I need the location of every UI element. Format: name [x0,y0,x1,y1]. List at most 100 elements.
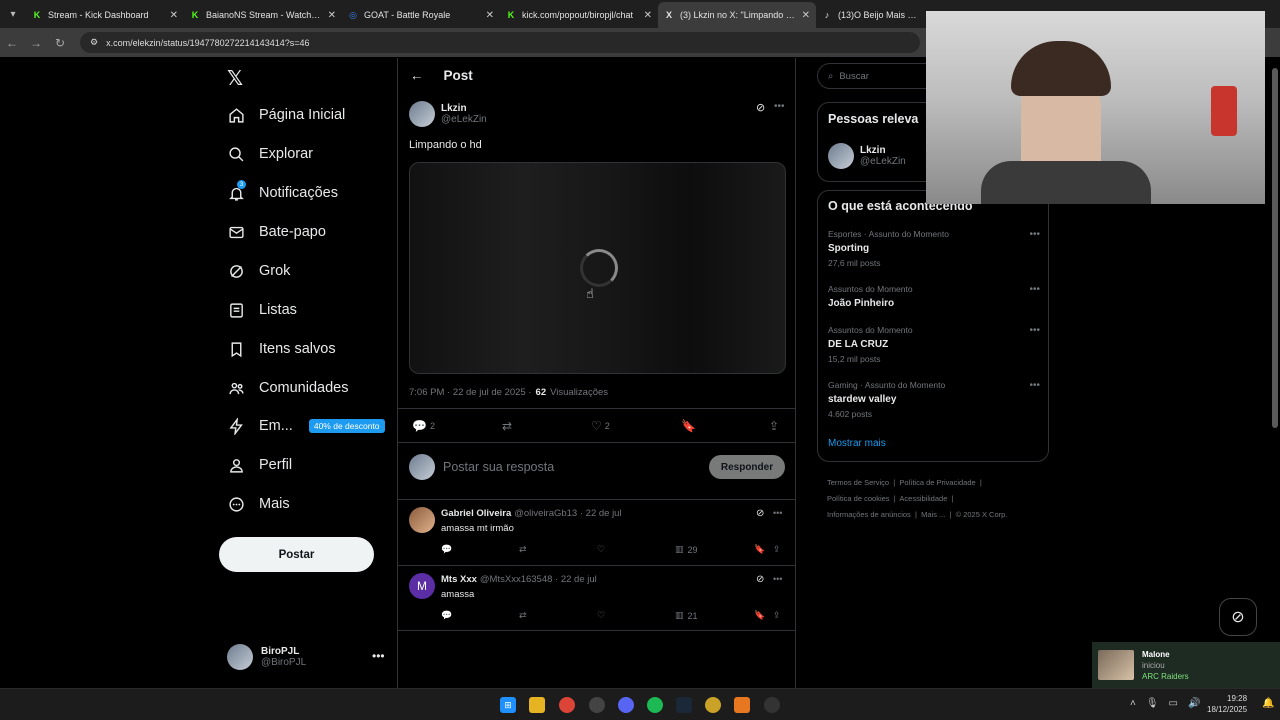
browser-tab[interactable]: K Stream - Kick Dashboard ✕ [26,2,184,28]
reply-action[interactable]: 💬 2 [412,419,435,433]
app-icon[interactable] [764,697,780,713]
more-dots-icon[interactable]: ••• [774,101,785,112]
close-tab-icon[interactable]: ✕ [170,10,178,21]
trend-item[interactable]: Assuntos do Momento DE LA CRUZ 15,2 mil … [828,325,1040,364]
more-dots-icon[interactable]: ••• [773,574,782,584]
start-icon[interactable]: ⊞ [500,697,516,713]
reply-item[interactable]: Gabriel Oliveira @oliveiraGb13 · 22 de j… [409,507,785,562]
nav-more[interactable]: Mais [227,495,290,513]
system-tray[interactable]: ˄ 🎙 ▭ 🔊 [1130,698,1200,709]
close-tab-icon[interactable]: ✕ [486,10,494,21]
home-icon [227,106,245,124]
nav-notifications[interactable]: 3 Notificações [227,180,338,202]
share-icon[interactable]: ⇪ [773,610,781,621]
bookmark-icon[interactable]: 🔖 [681,419,696,433]
volume-icon[interactable]: 🔊 [1188,698,1200,709]
reply-input[interactable]: Postar sua resposta [443,460,554,474]
account-switcher[interactable]: BiroPJL @BiroPJL [227,644,306,670]
bookmark-icon[interactable]: 🔖 [754,610,765,621]
reload-icon[interactable]: ↻ [48,36,72,50]
grok-icon[interactable]: ⊘ [756,101,765,114]
more-circle-icon [227,495,245,513]
divider [398,630,795,631]
more-dots-icon[interactable]: ••• [372,649,385,663]
folder-icon[interactable] [529,697,545,713]
close-tab-icon[interactable]: ✕ [802,10,810,21]
back-arrow-icon[interactable]: ← [0,36,24,50]
steam-icon[interactable] [676,697,692,713]
post-button[interactable]: Postar [219,537,374,572]
mic-icon[interactable]: 🎙 [1146,698,1159,709]
x-logo-icon[interactable]: 𝕏 [227,66,243,91]
discord-icon[interactable] [618,697,634,713]
grok-fab-button[interactable]: ⊘ [1219,598,1257,636]
reply-icon[interactable]: 💬 [441,544,452,555]
person-item[interactable]: Lkzin @eLekZin [828,143,906,169]
share-icon[interactable]: ⇪ [773,544,781,555]
more-dots-icon[interactable]: ••• [1029,284,1040,295]
heart-icon[interactable]: ♡ [597,610,605,621]
nav-home[interactable]: Página Inicial [227,106,345,124]
nav-explore[interactable]: Explorar [227,145,313,163]
views-action[interactable]: ▥ 21 [675,610,698,621]
more-dots-icon[interactable]: ••• [773,508,782,518]
trend-item[interactable]: Esportes · Assunto do Momento Sporting 2… [828,229,1040,268]
show-more-link[interactable]: Mostrar mais [828,438,886,449]
chrome-icon[interactable] [559,697,575,713]
browser-tab[interactable]: ♪ (13)O Beijo Mais Esperado [816,2,924,28]
more-dots-icon[interactable]: ••• [1029,380,1040,391]
reply-icon[interactable]: 💬 [441,610,452,621]
notification-bell-icon[interactable]: 🔔 [1262,698,1274,709]
reply-button[interactable]: Responder [709,455,785,479]
nav-communities[interactable]: Comunidades [227,379,348,397]
views-action[interactable]: ▥ 29 [675,544,698,555]
nav-bookmarks[interactable]: Itens salvos [227,340,336,358]
heart-icon[interactable]: ♡ [597,544,605,555]
browser-tab[interactable]: K kick.com/popout/biropjl/chat ✕ [500,2,658,28]
browser-tab[interactable]: K BaianoNS Stream - Watch Live ✕ [184,2,342,28]
page-scrollbar[interactable] [1270,58,1280,688]
kick-icon: K [191,10,199,20]
reply-item[interactable]: M Mts Xxx @MtsXxx163548 · 22 de jul amas… [409,573,785,628]
like-action[interactable]: ♡ 2 [591,419,610,433]
post-meta: 7:06 PM · 22 de jul de 2025 · 62 Visuali… [409,387,609,398]
clock[interactable]: 19:28 18/12/2025 [1207,693,1247,715]
grok-icon[interactable]: ⊘ [756,508,764,519]
video-player[interactable]: ☝ [409,162,786,374]
chevron-up-icon[interactable]: ˄ [1130,698,1136,709]
browser-tab[interactable]: ◎ GOAT - Battle Royale ✕ [342,2,500,28]
nav-chat[interactable]: Bate-papo [227,223,326,241]
more-dots-icon[interactable]: ••• [1029,229,1040,240]
trend-item[interactable]: Gaming · Assunto do Momento stardew vall… [828,380,1040,419]
windows-taskbar: ⊞ ˄ 🎙 ▭ 🔊 19:28 18/12/2025 🔔 [0,688,1280,720]
nav-grok[interactable]: Grok [227,262,290,280]
network-icon[interactable]: ▭ [1169,698,1178,709]
trend-item[interactable]: Assuntos do Momento João Pinheiro ••• [828,284,1040,309]
app-icon[interactable] [734,697,750,713]
back-arrow-icon[interactable]: ← [410,68,424,83]
address-bar[interactable]: ⚙ x.com/elekzin/status/19477802722141434… [80,32,920,53]
nav-lists[interactable]: Listas [227,301,297,319]
tab-search-dropdown-icon[interactable]: ▾ [0,0,26,28]
panel-title: Pessoas releva [828,112,919,126]
spotify-icon[interactable] [647,697,663,713]
close-tab-icon[interactable]: ✕ [644,10,652,21]
grok-icon[interactable]: ⊘ [756,574,764,585]
repost-icon[interactable]: ⇄ [519,544,527,555]
bookmark-icon[interactable]: 🔖 [754,544,765,555]
share-icon[interactable]: ⇪ [769,419,779,433]
browser-tab-active[interactable]: X (3) Lkzin no X: "Limpando o hd ✕ [658,2,816,28]
app-icon[interactable] [589,697,605,713]
nav-profile[interactable]: Perfil [227,456,292,474]
post-author[interactable]: Lkzin @eLekZin [409,101,487,127]
game-icon[interactable] [705,697,721,713]
repost-icon[interactable]: ⇄ [502,419,512,433]
more-dots-icon[interactable]: ••• [1029,325,1040,336]
divider [398,499,795,500]
repost-icon[interactable]: ⇄ [519,610,527,621]
forward-arrow-icon[interactable]: → [24,36,48,50]
activity-notification[interactable]: Malone iniciou ARC Raiders [1092,642,1280,688]
nav-premium[interactable]: Em... 40% de desconto [227,417,385,435]
close-tab-icon[interactable]: ✕ [328,10,336,21]
site-info-icon[interactable]: ⚙ [90,37,98,48]
